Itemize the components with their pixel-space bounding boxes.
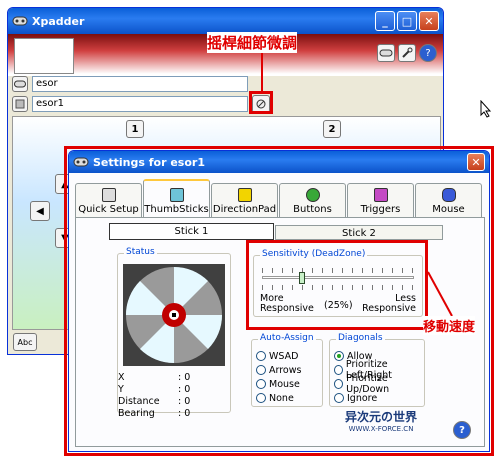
minimize-button[interactable]: _ bbox=[375, 11, 395, 31]
wrench-icon[interactable] bbox=[398, 44, 416, 62]
status-row: Bearing: 0 bbox=[118, 408, 191, 419]
status-group: Status X: 0 Y: 0 Distance: 0 Bearing: 0 bbox=[117, 247, 231, 419]
auto-assign-group: Auto-Assign WSAD Arrows Mouse None bbox=[251, 333, 323, 407]
buttons-icon bbox=[305, 188, 320, 202]
radio-icon bbox=[334, 379, 344, 389]
maximize-button[interactable]: □ bbox=[397, 11, 417, 31]
annotation-line-top bbox=[261, 50, 263, 92]
radio-icon bbox=[334, 393, 344, 403]
sub-tab-stick-2[interactable]: Stick 2 bbox=[275, 225, 443, 240]
controller-image-slot[interactable] bbox=[14, 38, 74, 74]
radio-icon bbox=[256, 393, 266, 403]
annotation-box-sensitivity bbox=[246, 240, 428, 330]
annotation-thumbstick-settings: 摇桿細節微調 bbox=[207, 32, 298, 53]
status-row: Y: 0 bbox=[118, 384, 191, 395]
controller-icon[interactable] bbox=[12, 76, 28, 92]
triggers-icon bbox=[373, 188, 388, 202]
settings-tab-strip: Quick Setup ThumbSticks DirectionPad But… bbox=[75, 179, 483, 217]
tab-buttons[interactable]: Buttons bbox=[279, 183, 346, 217]
gamepad-icon bbox=[73, 157, 89, 167]
main-window-title: Xpadder bbox=[32, 14, 85, 28]
stick-2-button[interactable]: 2 bbox=[323, 120, 341, 138]
tab-directionpad[interactable]: DirectionPad bbox=[211, 183, 278, 217]
settings-help-icon[interactable]: ? bbox=[453, 421, 471, 439]
auto-assign-option-mouse[interactable]: Mouse bbox=[256, 377, 301, 391]
annotation-box-profile-tool bbox=[249, 91, 273, 114]
stick-status-display bbox=[123, 264, 225, 366]
status-row: Distance: 0 bbox=[118, 396, 191, 407]
auto-assign-option-none[interactable]: None bbox=[256, 391, 301, 405]
tab-thumbsticks[interactable]: ThumbSticks bbox=[143, 179, 210, 217]
main-title-bar[interactable]: Xpadder _ □ ✕ bbox=[8, 8, 443, 34]
close-button[interactable]: ✕ bbox=[419, 11, 439, 31]
help-icon[interactable]: ? bbox=[419, 44, 437, 62]
dpad-left-button[interactable]: ◀ bbox=[30, 201, 50, 221]
tab-quick-setup[interactable]: Quick Setup bbox=[75, 183, 142, 217]
text-mode-button[interactable]: Abc bbox=[13, 333, 37, 351]
status-label: Status bbox=[124, 247, 157, 257]
radio-icon bbox=[256, 351, 266, 361]
auto-assign-title: Auto-Assign bbox=[258, 333, 316, 343]
annotation-movement-speed: 移動速度 bbox=[423, 316, 476, 335]
auto-assign-option-arrows[interactable]: Arrows bbox=[256, 363, 301, 377]
diagonals-title: Diagonals bbox=[336, 333, 385, 343]
diagonals-option-prioritize-up-down[interactable]: Prioritize Up/Down bbox=[334, 373, 424, 395]
status-readout: X: 0 Y: 0 Distance: 0 Bearing: 0 bbox=[118, 372, 230, 420]
stick-1-button[interactable]: 1 bbox=[126, 120, 144, 138]
gamepad-icon bbox=[12, 16, 28, 26]
auto-assign-option-wsad[interactable]: WSAD bbox=[256, 349, 301, 363]
settings-title-bar[interactable]: Settings for esor1 ✕ bbox=[69, 151, 489, 173]
tab-mouse[interactable]: Mouse bbox=[415, 183, 482, 217]
mouse-icon bbox=[441, 188, 456, 202]
radio-selected-icon bbox=[334, 351, 344, 361]
tab-triggers[interactable]: Triggers bbox=[347, 183, 414, 217]
profile-icon[interactable] bbox=[12, 96, 28, 112]
quick-setup-icon bbox=[101, 188, 116, 202]
thumbstick-icon bbox=[169, 188, 184, 202]
radio-icon bbox=[256, 379, 266, 389]
radio-icon bbox=[334, 365, 343, 375]
radio-icon bbox=[256, 365, 266, 375]
mouse-cursor-icon bbox=[480, 100, 492, 118]
sub-tab-stick-1[interactable]: Stick 1 bbox=[109, 223, 274, 240]
profile-name-field[interactable]: esor1 bbox=[32, 96, 248, 112]
controller-name-field[interactable]: esor bbox=[32, 76, 248, 92]
diagonals-group: Diagonals Allow Prioritize Left/Right Pr… bbox=[329, 333, 425, 407]
controller-settings-icon[interactable] bbox=[377, 44, 395, 62]
status-row: X: 0 bbox=[118, 372, 191, 383]
settings-title: Settings for esor1 bbox=[93, 155, 205, 169]
settings-close-button[interactable]: ✕ bbox=[467, 153, 485, 171]
watermark-logo: 异次元の世界 WWW.X-FORCE.CN bbox=[344, 410, 417, 433]
dpad-icon bbox=[237, 188, 252, 202]
